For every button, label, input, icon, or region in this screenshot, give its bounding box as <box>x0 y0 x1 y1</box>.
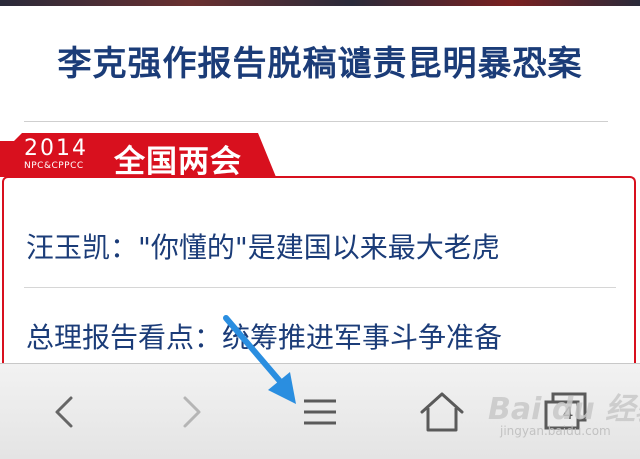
forward-button[interactable] <box>142 364 242 459</box>
hamburger-menu-icon <box>304 399 336 425</box>
home-icon <box>420 392 464 432</box>
npc-banner[interactable]: 2014 NPC&CPPCC 全国两会 <box>0 133 276 180</box>
top-image-strip <box>0 0 640 6</box>
news-link-2[interactable]: 总理报告看点：统筹推进军事斗争准备 <box>26 316 502 356</box>
divider <box>24 121 608 122</box>
back-button[interactable] <box>14 364 114 459</box>
banner-title: 全国两会 <box>114 144 242 180</box>
news-link-1[interactable]: 汪玉凯："你懂的"是建国以来最大老虎 <box>26 226 500 266</box>
home-button[interactable] <box>392 364 492 459</box>
chevron-left-icon <box>55 396 73 428</box>
banner-subtitle: NPC&CPPCC <box>24 161 84 171</box>
menu-button[interactable] <box>270 364 370 459</box>
news-divider <box>24 287 616 288</box>
tabs-button[interactable]: 4 <box>516 364 616 459</box>
browser-toolbar: 4 <box>0 363 640 459</box>
chevron-right-icon <box>183 396 201 428</box>
article-headline[interactable]: 李克强作报告脱稿谴责昆明暴恐案 <box>0 36 640 85</box>
banner-year: 2014 <box>24 136 88 161</box>
tab-count-badge: 4 <box>562 404 574 424</box>
browser-page: 李克强作报告脱稿谴责昆明暴恐案 2014 NPC&CPPCC 全国两会 汪玉凯：… <box>0 0 640 459</box>
